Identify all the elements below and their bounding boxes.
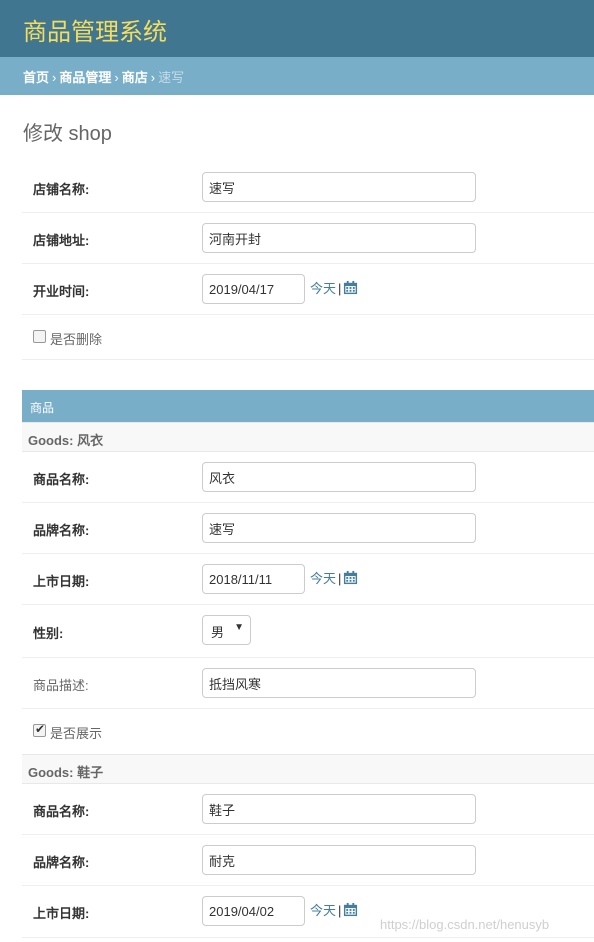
goods-name-input[interactable]	[202, 462, 476, 492]
breadcrumb-separator: ›	[150, 70, 156, 85]
watermark: https://blog.csdn.net/henusyb	[380, 917, 550, 932]
form-row-goods-desc: 商品描述:	[22, 658, 594, 709]
breadcrumb-separator: ›	[114, 70, 119, 85]
shop-name-input[interactable]	[202, 172, 476, 202]
inline-caption: 商品	[22, 390, 594, 422]
site-header: 商品管理系统	[0, 0, 594, 57]
deleted-label: 是否删除	[50, 332, 103, 347]
goods-brand-label: 品牌名称:	[33, 523, 90, 538]
goods-date-input[interactable]	[202, 896, 305, 926]
shortcut-separator: |	[338, 281, 342, 296]
goods-name-input[interactable]	[202, 794, 476, 824]
open-date-input[interactable]	[202, 274, 305, 304]
today-link[interactable]: 今天	[310, 571, 336, 586]
calendar-icon[interactable]	[343, 902, 358, 917]
inline-item-heading: Goods: 鞋子	[22, 754, 594, 784]
goods-date-label: 上市日期:	[33, 906, 90, 921]
site-brand[interactable]: 商品管理系统	[23, 12, 167, 47]
goods-desc-label: 商品描述:	[33, 678, 89, 693]
form-row-goods-show: ✔ 是否展示	[22, 709, 594, 754]
show-checkbox[interactable]: ✔	[33, 722, 46, 737]
shop-name-label: 店铺名称:	[33, 182, 90, 197]
form-row-shop-name: 店铺名称:	[22, 162, 594, 213]
breadcrumb-separator: ›	[52, 70, 57, 85]
breadcrumb-app[interactable]: 商品管理	[59, 70, 111, 85]
breadcrumb-home[interactable]: 首页	[23, 70, 49, 85]
goods-name-label: 商品名称:	[33, 804, 90, 819]
goods-brand-label: 品牌名称:	[33, 855, 90, 870]
deleted-checkbox[interactable]	[33, 330, 46, 343]
gender-select-value: 男	[211, 625, 225, 640]
gender-select[interactable]: 男 ▼	[202, 615, 251, 645]
show-label: 是否展示	[50, 726, 103, 741]
shop-address-label: 店铺地址:	[33, 233, 90, 248]
goods-date-label: 上市日期:	[33, 574, 90, 589]
form-row-goods-gender: 性别: 男 ▼	[22, 605, 594, 658]
goods-date-shortcuts: 今天 |	[310, 568, 358, 587]
goods-gender-label: 性别:	[33, 626, 64, 641]
calendar-icon[interactable]	[343, 570, 358, 585]
breadcrumb-model[interactable]: 商店	[122, 70, 148, 85]
inline-item-heading: Goods: 风衣	[22, 422, 594, 452]
open-date-shortcuts: 今天 |	[310, 278, 358, 297]
caret-down-icon: ▼	[234, 622, 244, 633]
form-row-goods-brand: 品牌名称:	[22, 835, 594, 886]
form-row-shop-address: 店铺地址:	[22, 213, 594, 264]
goods-date-shortcuts: 今天 |	[310, 900, 358, 919]
form-row-goods-date: 上市日期: 今天|	[22, 554, 594, 605]
goods-name-label: 商品名称:	[33, 472, 90, 487]
form-row-open-date: 开业时间: 今天|	[22, 264, 594, 315]
goods-brand-input[interactable]	[202, 513, 476, 543]
today-link[interactable]: 今天	[310, 281, 336, 296]
today-link[interactable]: 今天	[310, 903, 336, 918]
shortcut-separator: |	[338, 571, 342, 586]
goods-date-input[interactable]	[202, 564, 305, 594]
page-title: 修改 shop	[23, 123, 112, 145]
shortcut-separator: |	[338, 903, 342, 918]
breadcrumb: 首页 › 商品管理 › 商店 › 速写	[0, 57, 594, 95]
goods-desc-input[interactable]	[202, 668, 476, 698]
form-row-goods-name: 商品名称:	[22, 784, 594, 835]
breadcrumb-current: 速写	[158, 70, 185, 85]
form-row-goods-brand: 品牌名称:	[22, 503, 594, 554]
form-row-goods-name: 商品名称:	[22, 452, 594, 503]
check-icon: ✔	[35, 722, 46, 736]
calendar-icon[interactable]	[343, 280, 358, 295]
goods-brand-input[interactable]	[202, 845, 476, 875]
open-date-label: 开业时间:	[33, 284, 90, 299]
shop-address-input[interactable]	[202, 223, 476, 253]
form-row-deleted: 是否删除	[22, 315, 594, 360]
